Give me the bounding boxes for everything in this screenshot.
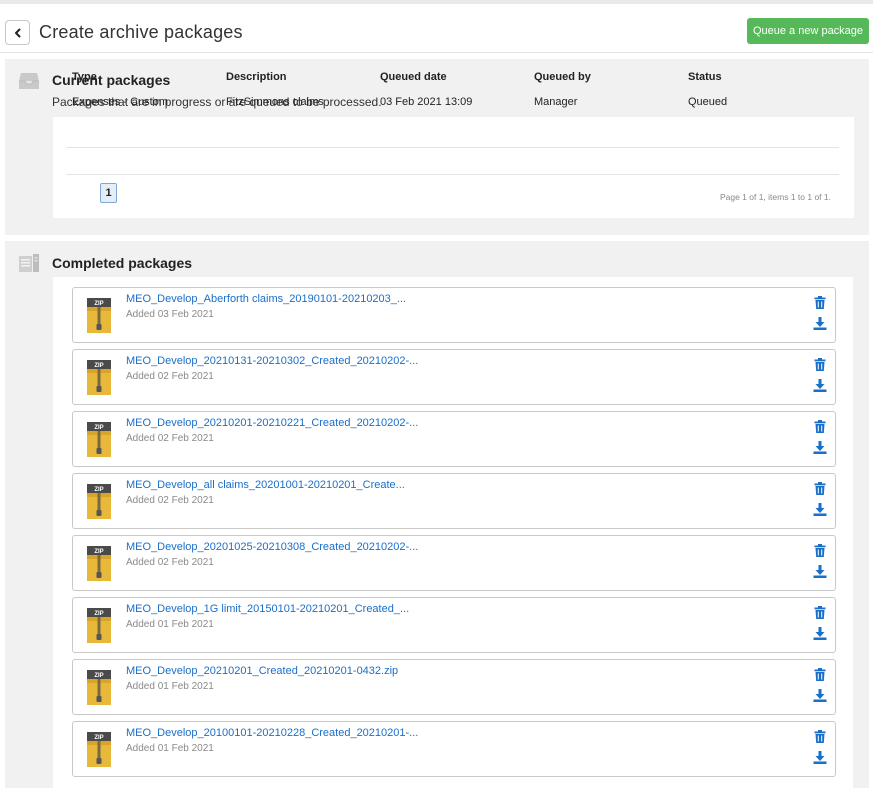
trash-icon[interactable] (814, 420, 826, 433)
zip-file-icon: ZIP (87, 732, 111, 767)
package-card: ZIP MEO_Develop_20210131-20210302_Create… (72, 349, 836, 405)
queue-new-package-button[interactable]: Queue a new package (747, 18, 869, 44)
package-added-date: Added 02 Feb 2021 (126, 433, 214, 444)
package-link[interactable]: MEO_Develop_20100101-20210228_Created_20… (126, 727, 418, 739)
archive-files-icon (19, 254, 39, 272)
package-card: ZIP MEO_Develop_20100101-20210228_Create… (72, 721, 836, 777)
zip-file-icon: ZIP (87, 360, 111, 395)
package-link[interactable]: MEO_Develop_Aberforth claims_20190101-20… (126, 293, 406, 305)
table-cell-description: FitzSimmons claims (226, 96, 324, 108)
package-card: ZIP MEO_Develop_20210201_Created_2021020… (72, 659, 836, 715)
package-added-date: Added 01 Feb 2021 (126, 743, 214, 754)
trash-icon[interactable] (814, 296, 826, 309)
package-link[interactable]: MEO_Develop_20210201-20210221_Created_20… (126, 417, 418, 429)
zip-file-icon: ZIP (87, 422, 111, 457)
back-button[interactable] (5, 20, 30, 45)
svg-text:ZIP: ZIP (94, 301, 103, 307)
download-icon[interactable] (813, 317, 827, 330)
zip-file-icon: ZIP (87, 608, 111, 643)
package-card: ZIP MEO_Develop_20210201-20210221_Create… (72, 411, 836, 467)
table-cell-status: Queued (688, 96, 728, 108)
package-added-date: Added 03 Feb 2021 (126, 309, 214, 320)
package-added-date: Added 02 Feb 2021 (126, 371, 214, 382)
zip-file-icon: ZIP (87, 670, 111, 705)
column-header-queued-date[interactable]: Queued date (380, 71, 447, 83)
download-icon[interactable] (813, 565, 827, 578)
pagination-info: Page 1 of 1, items 1 to 1 of 1. (719, 192, 831, 202)
completed-packages-title: Completed packages (52, 255, 193, 271)
package-added-date: Added 02 Feb 2021 (126, 557, 214, 568)
svg-text:ZIP: ZIP (94, 425, 103, 431)
table-row-divider (66, 174, 839, 175)
zip-file-icon: ZIP (87, 546, 111, 581)
svg-text:ZIP: ZIP (94, 549, 103, 555)
trash-icon[interactable] (814, 358, 826, 371)
zip-file-icon: ZIP (87, 484, 111, 519)
page-title: Create archive packages (39, 22, 243, 42)
svg-text:ZIP: ZIP (94, 611, 103, 617)
package-link[interactable]: MEO_Develop_all claims_20201001-20210201… (126, 479, 405, 491)
package-added-date: Added 01 Feb 2021 (126, 681, 214, 692)
package-link[interactable]: MEO_Develop_20210201_Created_20210201-04… (126, 665, 398, 677)
pagination-page-1[interactable]: 1 (100, 183, 117, 203)
package-card: ZIP MEO_Develop_all claims_20201001-2021… (72, 473, 836, 529)
svg-text:ZIP: ZIP (94, 363, 103, 369)
trash-icon[interactable] (814, 668, 826, 681)
column-header-type[interactable]: Type (72, 71, 97, 83)
zip-file-icon: ZIP (87, 298, 111, 333)
package-card: ZIP MEO_Develop_1G limit_20150101-202102… (72, 597, 836, 653)
svg-text:ZIP: ZIP (94, 673, 103, 679)
table-header-divider (66, 147, 839, 148)
svg-text:ZIP: ZIP (94, 487, 103, 493)
download-icon[interactable] (813, 379, 827, 392)
download-icon[interactable] (813, 689, 827, 702)
download-icon[interactable] (813, 751, 827, 764)
column-header-status[interactable]: Status (688, 71, 722, 83)
trash-icon[interactable] (814, 544, 826, 557)
table-cell-queued-date: 03 Feb 2021 13:09 (380, 96, 473, 108)
table-cell-queued-by: Manager (534, 96, 578, 108)
column-header-queued-by[interactable]: Queued by (534, 71, 591, 83)
current-packages-title: Current packages (52, 72, 171, 88)
package-card: ZIP MEO_Develop_Aberforth claims_2019010… (72, 287, 836, 343)
trash-icon[interactable] (814, 730, 826, 743)
header-divider (0, 52, 873, 53)
page-header: Create archive packages Queue a new pack… (0, 14, 873, 52)
trash-icon[interactable] (814, 606, 826, 619)
download-icon[interactable] (813, 627, 827, 640)
package-card: ZIP MEO_Develop_20201025-20210308_Create… (72, 535, 836, 591)
chevron-left-icon (14, 28, 20, 37)
download-icon[interactable] (813, 441, 827, 454)
package-link[interactable]: MEO_Develop_1G limit_20150101-20210201_C… (126, 603, 409, 615)
package-link[interactable]: MEO_Develop_20210131-20210302_Created_20… (126, 355, 418, 367)
download-icon[interactable] (813, 503, 827, 516)
top-strip (0, 0, 873, 4)
inbox-tray-icon (19, 73, 39, 89)
table-cell-type: Expenses - Custom (72, 96, 168, 108)
package-link[interactable]: MEO_Develop_20201025-20210308_Created_20… (126, 541, 418, 553)
trash-icon[interactable] (814, 482, 826, 495)
svg-text:ZIP: ZIP (94, 735, 103, 741)
column-header-description[interactable]: Description (226, 71, 287, 83)
package-added-date: Added 02 Feb 2021 (126, 495, 214, 506)
current-packages-table-card (53, 117, 854, 218)
package-added-date: Added 01 Feb 2021 (126, 619, 214, 630)
